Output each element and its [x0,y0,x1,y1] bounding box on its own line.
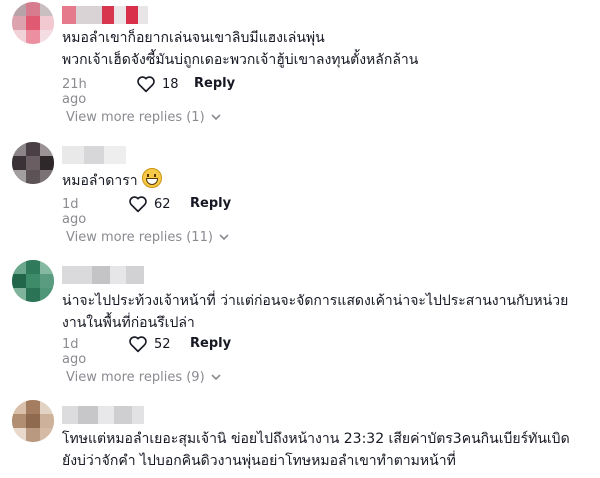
timestamp: 21h ago [62,77,87,107]
comment-text: หมอลำเขาก็อยากเล่นจนเขาลิบมีแฮงเล่นพุ่น … [62,27,418,71]
comment-text: น่าจะไปประท้วงเจ้าหน้าที่ ว่าแต่ก่อนจะจั… [62,290,568,334]
chevron-down-icon [211,374,221,381]
comment-line: งานในพื้นที่ก่อนรึเปล่า [62,315,195,331]
heart-outline-icon [137,76,155,93]
avatar[interactable] [12,260,54,302]
timestamp: 1d ago [62,197,87,227]
view-more-replies[interactable]: View more replies (9) [66,370,221,385]
timestamp: 1d ago [62,337,87,367]
comment-text: โทษแต่หมอลำเยอะสุมเจ้านิ ข่อยไปถึงหน้างา… [62,428,570,472]
comment-line: ยังบ่ว่าจักคำ ไปบอกคินดิวงานพุ่นอย่าโทษห… [62,453,456,469]
view-more-label: View more replies (1) [66,110,205,125]
avatar[interactable] [12,400,54,442]
view-more-label: View more replies (9) [66,370,205,385]
grinning-face-emoji [142,168,163,188]
like-button[interactable]: 62 [128,195,171,213]
view-more-label: View more replies (11) [66,230,213,245]
view-more-replies[interactable]: View more replies (1) [66,110,221,125]
heart-outline-icon [129,196,147,213]
avatar[interactable] [12,142,54,184]
username[interactable] [62,266,146,284]
like-count: 18 [162,76,179,92]
username[interactable] [62,406,146,424]
like-count: 62 [154,196,171,212]
view-more-replies[interactable]: View more replies (11) [66,230,229,245]
reply-button[interactable]: Reply [190,196,231,211]
like-count: 52 [154,336,171,352]
chevron-down-icon [211,114,221,121]
heart-outline-icon [129,336,147,353]
comment-text: หมอลำดารา [62,168,163,192]
comment-line: พวกเจ้าเฮ็ดจังซี้มันบ่ถูกเดอะพวกเจ้าฮู้บ… [62,52,419,68]
username[interactable] [62,6,148,24]
comment-line: หมอลำดารา [62,173,138,189]
like-button[interactable]: 18 [136,75,179,93]
reply-button[interactable]: Reply [190,336,231,351]
username[interactable] [62,146,146,164]
comment-line: หมอลำเขาก็อยากเล่นจนเขาลิบมีแฮงเล่นพุ่น [62,30,325,46]
comment-line: น่าจะไปประท้วงเจ้าหน้าที่ ว่าแต่ก่อนจะจั… [62,293,569,309]
avatar[interactable] [12,2,54,44]
like-button[interactable]: 52 [128,335,171,353]
reply-button[interactable]: Reply [194,76,235,91]
comment-line: โทษแต่หมอลำเยอะสุมเจ้านิ ข่อยไปถึงหน้างา… [62,431,570,447]
chevron-down-icon [219,234,229,241]
